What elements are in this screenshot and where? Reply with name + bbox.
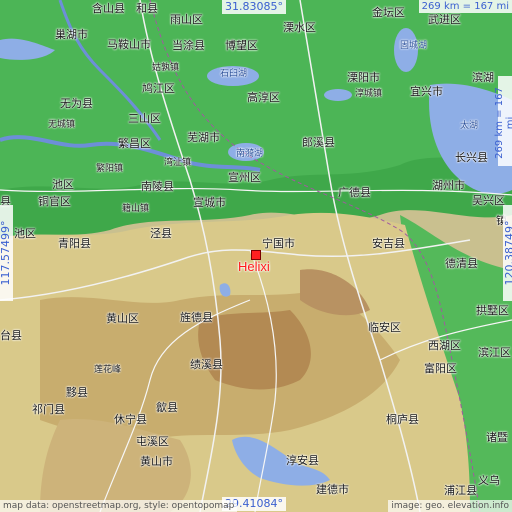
place-label: 长兴县 — [455, 151, 488, 164]
place-label: 莲花峰 — [94, 365, 122, 375]
place-label: 淳城镇 — [355, 89, 383, 99]
place-label: 旌德县 — [180, 311, 213, 324]
place-label: 博望区 — [225, 39, 258, 52]
place-label: 西湖区 — [428, 339, 461, 352]
place-label: 台县 — [0, 329, 22, 342]
place-label: 无为县 — [60, 97, 93, 110]
place-label: 郎溪县 — [302, 136, 335, 149]
place-label: 滨江区 — [478, 346, 511, 359]
place-label: 富阳区 — [424, 362, 457, 375]
attribution-right: image: geo. elevation.info — [388, 500, 512, 512]
place-label: 泾县 — [150, 227, 172, 240]
place-label: 休宁县 — [114, 413, 147, 426]
longitude-left-label: 117.57499° — [0, 205, 13, 301]
place-label: 青阳县 — [58, 237, 91, 250]
lake-label: 太湖 — [460, 121, 479, 131]
place-label: 安吉县 — [372, 237, 405, 250]
place-label: 祁门县 — [32, 403, 65, 416]
place-label: 繁阳镇 — [96, 164, 124, 174]
topographic-map[interactable]: 含山县 和县 雨山区 溧水区 金坛区 武进区 巢湖市 马鞍山市 当涂县 博望区 … — [0, 0, 512, 512]
place-label: 广德县 — [338, 186, 371, 199]
place-label: 歙县 — [156, 401, 178, 414]
place-label: 三山区 — [128, 112, 161, 125]
latitude-top-label: 31.83085° — [222, 0, 286, 14]
location-label: Helixi — [238, 259, 270, 274]
place-label: 马鞍山市 — [107, 38, 151, 51]
place-label: 武进区 — [428, 13, 461, 26]
place-label: 黄山市 — [140, 455, 173, 468]
place-label: 池区 — [52, 178, 74, 191]
place-label: 溧阳市 — [347, 71, 380, 84]
lake-label: 固城湖 — [400, 41, 428, 51]
attribution-left: map data: openstreetmap.org, style: open… — [0, 500, 238, 512]
place-label: 绩溪县 — [190, 358, 223, 371]
place-label: 南陵县 — [141, 180, 174, 193]
place-label: 屯溪区 — [136, 435, 169, 448]
place-label: 黟县 — [66, 386, 88, 399]
place-label: 和县 — [136, 2, 158, 15]
place-label: 吴兴区 — [472, 194, 505, 207]
scale-bar-vertical-label: 269 km = 167 mi — [494, 87, 512, 159]
place-label: 浦江县 — [444, 484, 477, 497]
place-label: 德清县 — [445, 257, 478, 270]
place-label: 姑孰镇 — [152, 63, 180, 73]
place-label: 当涂县 — [172, 39, 205, 52]
place-label: 金坛区 — [372, 6, 405, 19]
place-label: 铜官区 — [38, 195, 71, 208]
place-label: 湖州市 — [432, 179, 465, 192]
place-label: 滨湖 — [472, 71, 494, 84]
place-label: 宣城市 — [193, 196, 226, 209]
place-label: 无城镇 — [48, 120, 76, 130]
place-label: 宣州区 — [228, 171, 261, 184]
scale-bar-vertical: 269 km = 167 mi — [494, 76, 512, 166]
place-label: 义乌 — [478, 474, 500, 487]
place-label: 宜兴市 — [410, 85, 443, 98]
place-label: 雨山区 — [170, 13, 203, 26]
longitude-right-label: 120.38749° — [503, 205, 512, 301]
place-label: 含山县 — [92, 2, 125, 15]
place-label: 籍山镇 — [122, 204, 150, 214]
lake-label: 石臼湖 — [220, 69, 248, 79]
place-label: 临安区 — [368, 321, 401, 334]
place-label: 建德市 — [316, 483, 349, 496]
lake-label: 南漪湖 — [236, 149, 264, 159]
place-label: 繁昌区 — [118, 137, 151, 150]
place-label: 鸠江区 — [142, 82, 175, 95]
place-label: 桐庐县 — [386, 413, 419, 426]
place-label: 高淳区 — [247, 91, 280, 104]
place-label: 拱墅区 — [476, 304, 509, 317]
place-label: 巢湖市 — [55, 28, 88, 41]
place-label: 诸暨 — [486, 431, 508, 444]
place-label: 黄山区 — [106, 312, 139, 325]
place-label: 宁国市 — [262, 237, 295, 250]
place-label: 池区 — [14, 227, 36, 240]
place-label: 芜湖市 — [187, 131, 220, 144]
place-label: 湾沚镇 — [164, 158, 192, 168]
place-label: 淳安县 — [286, 454, 319, 467]
place-label: 溧水区 — [283, 21, 316, 34]
scale-bar-horizontal: 269 km = 167 mi — [418, 0, 512, 13]
